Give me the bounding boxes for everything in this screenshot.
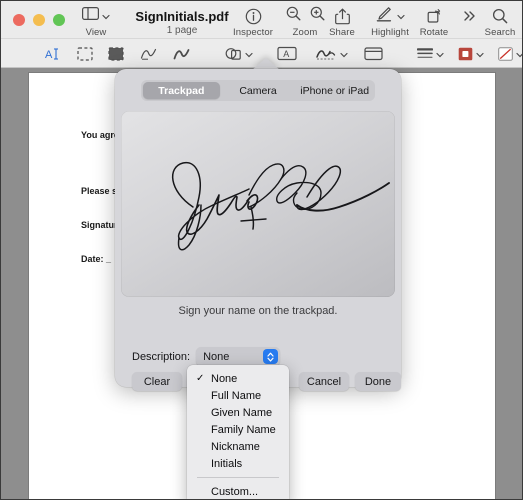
markup-fill-color-tool[interactable]: [498, 43, 522, 64]
markup-border-color-tool[interactable]: [458, 43, 484, 64]
close-button[interactable]: [13, 14, 25, 26]
menu-item-label: None: [211, 372, 238, 385]
markup-shape-style-tool[interactable]: [417, 43, 444, 64]
checkmark-icon: ✓: [196, 373, 205, 384]
chevron-down-icon[interactable]: [476, 45, 484, 63]
toolbar-highlight-label: Highlight: [371, 27, 409, 38]
toolbar-zoom-label: Zoom: [292, 27, 318, 38]
document-line: Signatur: [81, 220, 118, 230]
document-title-block: SignInitials.pdf 1 page: [127, 9, 237, 36]
document-line: You agre: [81, 130, 119, 140]
menu-separator: [197, 477, 279, 478]
window-titlebar: View SignInitials.pdf 1 page Inspector Z…: [1, 1, 522, 39]
segment-iphone-or-ipad[interactable]: iPhone or iPad: [296, 82, 373, 99]
highlight-pen-icon: [376, 6, 392, 27]
search-icon: [492, 6, 508, 26]
sidebar-icon: [82, 7, 100, 25]
menu-item-label: Nickname: [211, 440, 260, 453]
share-icon: [334, 6, 350, 26]
toolbar-view-button[interactable]: View: [73, 6, 119, 38]
menu-item-full-name[interactable]: Full Name: [187, 387, 289, 404]
double-chevron-right-icon: [462, 6, 478, 26]
page-title: SignInitials.pdf: [135, 9, 229, 24]
toolbar-highlight-button[interactable]: Highlight: [365, 6, 415, 38]
menu-item-initials[interactable]: Initials: [187, 455, 289, 472]
menu-item-label: Custom...: [211, 485, 259, 498]
toolbar-share-button[interactable]: Share: [324, 6, 360, 38]
chevron-down-icon[interactable]: [436, 45, 444, 63]
signature-capture-popover: Trackpad Camera iPhone or iPad Sign your…: [115, 69, 401, 391]
menu-item-custom[interactable]: Custom...: [187, 483, 289, 499]
menu-item-label: Initials: [211, 457, 243, 470]
description-dropdown-menu[interactable]: ✓ None Full Name Given Name Family Name …: [187, 365, 289, 499]
markup-text-tool[interactable]: A: [277, 43, 297, 64]
toolbar-inspector-label: Inspector: [233, 27, 273, 38]
traffic-lights: [13, 14, 65, 26]
preview-window: View SignInitials.pdf 1 page Inspector Z…: [0, 0, 523, 500]
svg-text:A: A: [45, 49, 53, 61]
segment-trackpad[interactable]: Trackpad: [143, 82, 220, 99]
chevron-down-icon[interactable]: [516, 45, 522, 63]
clear-button[interactable]: Clear: [132, 372, 182, 391]
menu-item-label: Given Name: [211, 406, 273, 419]
document-line: Please s: [81, 186, 118, 196]
markup-draw-tool[interactable]: [173, 43, 190, 64]
markup-rectangular-selection-tool[interactable]: [77, 43, 93, 64]
toolbar-inspector-button[interactable]: Inspector: [233, 6, 273, 38]
zoom-button[interactable]: [53, 14, 65, 26]
toolbar-search-label: Search: [484, 27, 516, 38]
toolbar-rotate-label: Rotate: [419, 27, 449, 38]
menu-item-nickname[interactable]: Nickname: [187, 438, 289, 455]
menu-item-label: Full Name: [211, 389, 262, 402]
chevron-down-icon[interactable]: [396, 7, 405, 25]
menu-item-label: Family Name: [211, 423, 276, 436]
toolbar-zoom-group[interactable]: Zoom: [281, 6, 329, 38]
menu-item-family-name[interactable]: Family Name: [187, 421, 289, 438]
page-count: 1 page: [166, 25, 198, 36]
toolbar-view-label: View: [85, 27, 107, 38]
document-line: Date: _: [81, 254, 112, 264]
markup-sign-tool[interactable]: [315, 43, 348, 64]
menu-item-given-name[interactable]: Given Name: [187, 404, 289, 421]
done-button[interactable]: Done: [355, 372, 401, 391]
description-row: Description: None: [132, 347, 281, 366]
segment-camera[interactable]: Camera: [220, 82, 297, 99]
description-popup-button[interactable]: None: [196, 347, 281, 366]
info-circle-icon: [245, 6, 262, 26]
rotate-icon: [426, 6, 442, 26]
chevron-up-down-icon[interactable]: [263, 349, 279, 364]
signature-drawing-canvas[interactable]: [121, 111, 395, 297]
chevron-down-icon: [102, 7, 110, 25]
markup-shapes-tool[interactable]: [225, 43, 253, 64]
zoom-out-icon[interactable]: [286, 6, 301, 26]
zoom-in-icon[interactable]: [310, 6, 325, 26]
menu-item-none[interactable]: ✓ None: [187, 370, 289, 387]
signature-hint-text: Sign your name on the trackpad.: [178, 305, 338, 317]
toolbar-search-button[interactable]: Search: [481, 6, 519, 38]
chevron-down-icon[interactable]: [340, 45, 348, 63]
toolbar-overflow-button[interactable]: [457, 6, 483, 26]
toolbar-share-label: Share: [329, 27, 355, 38]
markup-text-selection-tool[interactable]: A: [45, 43, 62, 64]
signature-source-segmented-control[interactable]: Trackpad Camera iPhone or iPad: [141, 80, 375, 101]
markup-instant-alpha-tool[interactable]: [108, 43, 124, 64]
markup-note-tool[interactable]: [364, 43, 383, 64]
cancel-button[interactable]: Cancel: [299, 372, 349, 391]
markup-sketch-tool[interactable]: [140, 43, 157, 64]
signature-ink: [171, 162, 390, 251]
description-selected-value: None: [203, 350, 230, 363]
description-label: Description:: [132, 350, 191, 363]
minimize-button[interactable]: [33, 14, 45, 26]
toolbar-rotate-button[interactable]: Rotate: [415, 6, 453, 38]
svg-text:A: A: [283, 49, 289, 59]
